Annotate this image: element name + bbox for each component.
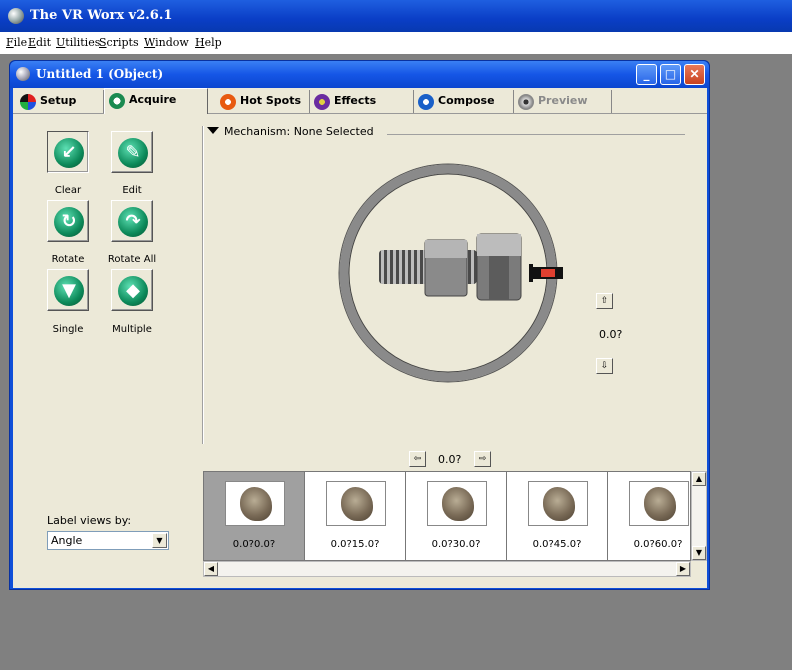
acquire-icon <box>109 93 125 109</box>
thumbnail-item[interactable]: 0.0?60.0? <box>608 472 690 560</box>
clear-label: Clear <box>54 185 82 196</box>
menu-help[interactable]: Help <box>195 36 222 49</box>
tab-hot-spots-label: Hot Spots <box>240 94 302 107</box>
label-views-value: Angle <box>51 534 83 547</box>
clear-icon: ↙ <box>54 138 84 168</box>
thumbnail-item[interactable]: 0.0?30.0? <box>406 472 507 560</box>
tab-compose[interactable]: Compose <box>414 90 514 113</box>
edit-label: Edit <box>122 185 142 196</box>
tab-hot-spots[interactable]: Hot Spots <box>216 90 310 113</box>
single-label: Single <box>52 324 84 335</box>
tab-acquire-label: Acquire <box>129 93 177 106</box>
thumbnail-caption: 0.0?0.0? <box>232 539 276 550</box>
hotspots-icon <box>220 94 236 110</box>
pan-angle: 0.0? <box>438 453 462 466</box>
document-icon <box>16 67 30 81</box>
thumbnail-image <box>629 481 689 526</box>
multiple-icon: ◆ <box>118 276 148 306</box>
tab-acquire[interactable]: Acquire <box>104 88 208 114</box>
rotation-dial[interactable] <box>333 158 563 388</box>
menu-window[interactable]: Window <box>144 36 189 49</box>
rotate-button[interactable]: ↻ <box>47 200 89 242</box>
label-views-select[interactable]: Angle ▼ <box>47 531 169 550</box>
menu-file[interactable]: File <box>6 36 27 49</box>
mechanism-header[interactable]: Mechanism: None Selected <box>207 125 374 138</box>
compose-icon <box>418 94 434 110</box>
tab-preview-label: Preview <box>538 94 588 107</box>
menu-utilities[interactable]: Utilities <box>56 36 100 49</box>
effects-icon <box>314 94 330 110</box>
rotate-icon: ↻ <box>54 207 84 237</box>
document-title: Untitled 1 (Object) <box>36 67 164 81</box>
pan-right-button[interactable]: ⇨ <box>474 451 491 467</box>
maximize-button[interactable]: □ <box>660 64 681 85</box>
scroll-down-icon[interactable]: ▼ <box>692 546 706 560</box>
close-button[interactable]: ✕ <box>684 64 705 85</box>
thumbnail-horizontal-scrollbar[interactable]: ◀ ▶ <box>203 561 691 577</box>
single-icon: ▼ <box>54 276 84 306</box>
pan-left-button[interactable]: ⇦ <box>409 451 426 467</box>
clear-button[interactable]: ↙ <box>47 131 89 173</box>
chevron-down-icon[interactable]: ▼ <box>152 533 167 548</box>
tab-compose-label: Compose <box>438 94 495 107</box>
thumbnail-caption: 0.0?30.0? <box>431 539 481 550</box>
thumbnail-item[interactable]: 0.0?0.0? <box>204 472 305 560</box>
tab-setup[interactable]: Setup <box>16 90 104 113</box>
thumbnail-item[interactable]: 0.0?15.0? <box>305 472 406 560</box>
mechanism-label: Mechanism: None Selected <box>224 125 374 138</box>
tilt-down-button[interactable]: ⇩ <box>596 358 613 374</box>
tab-setup-label: Setup <box>40 94 77 107</box>
app-title-bar: The VR Worx v2.6.1 <box>0 0 792 32</box>
app-logo-icon <box>8 8 24 24</box>
rotate-all-icon: ↷ <box>118 207 148 237</box>
rotate-all-button[interactable]: ↷ <box>111 200 153 242</box>
mechanism-divider <box>387 134 685 135</box>
scroll-right-icon[interactable]: ▶ <box>676 562 690 576</box>
tilt-up-button[interactable]: ⇧ <box>596 293 613 309</box>
disclosure-triangle-icon <box>207 127 219 134</box>
rotate-label: Rotate <box>51 254 85 265</box>
thumbnail-vertical-scrollbar[interactable]: ▲ ▼ <box>691 471 707 561</box>
thumbnail-item[interactable]: 0.0?45.0? <box>507 472 608 560</box>
rotate-all-label: Rotate All <box>107 254 157 265</box>
thumbnail-caption: 0.0?15.0? <box>330 539 380 550</box>
menu-edit[interactable]: Edit <box>28 36 51 49</box>
document-title-bar[interactable]: Untitled 1 (Object) _ □ ✕ <box>10 61 709 88</box>
tab-effects-label: Effects <box>334 94 377 107</box>
scroll-up-icon[interactable]: ▲ <box>692 472 706 486</box>
multiple-label: Multiple <box>112 324 152 335</box>
thumbnail-image <box>225 481 285 526</box>
single-button[interactable]: ▼ <box>47 269 89 311</box>
document-client-area: Setup Acquire Hot Spots Effects Compose … <box>13 88 707 588</box>
preview-icon <box>518 94 534 110</box>
tab-bar: Setup Acquire Hot Spots Effects Compose … <box>13 88 707 114</box>
thumbnail-image <box>326 481 386 526</box>
menu-bar: File Edit Utilities Scripts Window Help <box>0 32 792 54</box>
edit-icon: ✎ <box>118 138 148 168</box>
app-title: The VR Worx v2.6.1 <box>30 8 173 23</box>
thumbnail-strip: 0.0?0.0? 0.0?15.0? 0.0?30.0? 0.0?45.0? 0… <box>203 471 691 561</box>
thumbnail-image <box>528 481 588 526</box>
camera-indicator-icon <box>529 264 563 282</box>
setup-icon <box>20 94 36 110</box>
bolt-object-image <box>379 233 522 301</box>
thumbnail-caption: 0.0?60.0? <box>633 539 683 550</box>
thumbnail-image <box>427 481 487 526</box>
label-views-label: Label views by: <box>47 514 132 527</box>
tab-preview[interactable]: Preview <box>514 90 612 113</box>
multiple-button[interactable]: ◆ <box>111 269 153 311</box>
tilt-angle: 0.0? <box>599 328 623 341</box>
menu-scripts[interactable]: Scripts <box>99 36 139 49</box>
panel-divider <box>202 126 204 444</box>
thumbnail-caption: 0.0?45.0? <box>532 539 582 550</box>
document-window: Untitled 1 (Object) _ □ ✕ Setup Acquire … <box>9 60 710 590</box>
minimize-button[interactable]: _ <box>636 64 657 85</box>
tab-effects[interactable]: Effects <box>310 90 414 113</box>
edit-button[interactable]: ✎ <box>111 131 153 173</box>
scroll-left-icon[interactable]: ◀ <box>204 562 218 576</box>
